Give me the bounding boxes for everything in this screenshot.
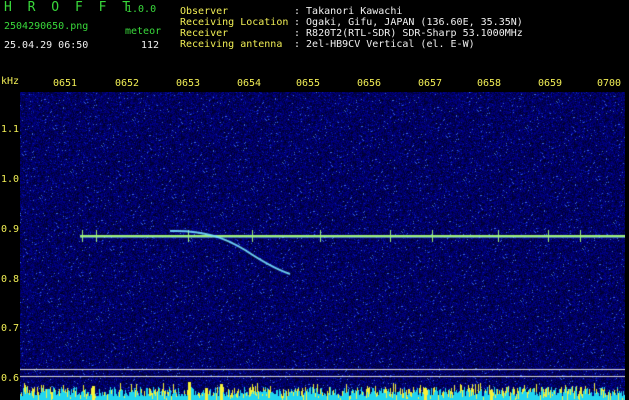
frequency-tick-label: 0.9 xyxy=(1,224,20,235)
frequency-unit-label: kHz xyxy=(1,76,20,87)
meteor-label: meteor xyxy=(125,26,162,37)
time-tick-label: 0658 xyxy=(476,78,502,89)
time-tick-label: 0652 xyxy=(114,78,140,89)
spectrogram-canvas xyxy=(20,92,625,400)
antenna-value: : 2el-HB9CV Vertical (el. E-W) xyxy=(294,39,475,50)
frequency-tick-label: 1.1 xyxy=(1,124,20,135)
frequency-tick-label: 0.6 xyxy=(1,373,20,384)
time-tick-label: 0653 xyxy=(175,78,201,89)
time-tick-label: 0659 xyxy=(537,78,563,89)
meteor-count: 112 xyxy=(141,40,160,51)
antenna-label: Receiving antenna xyxy=(180,39,283,50)
frequency-tick-label: 0.8 xyxy=(1,274,20,285)
frequency-tick-label: 1.0 xyxy=(1,174,20,185)
capture-datetime: 25.04.29 06:50 xyxy=(4,40,89,51)
time-tick-label: 0654 xyxy=(236,78,262,89)
frequency-tick-label: 0.7 xyxy=(1,323,20,334)
header-panel: H R O F F T 1.0.0 2504290650.png meteor … xyxy=(0,0,629,72)
time-axis: 0651 0652 0653 0654 0655 0656 0657 0658 … xyxy=(20,78,625,92)
app-version: 1.0.0 xyxy=(126,4,157,15)
app-title: H R O F F T xyxy=(4,0,135,15)
time-tick-label: 0700 xyxy=(596,78,622,89)
time-tick-label: 0657 xyxy=(417,78,443,89)
time-tick-label: 0655 xyxy=(295,78,321,89)
time-tick-label: 0656 xyxy=(356,78,382,89)
image-filename: 2504290650.png xyxy=(4,21,89,32)
time-tick-label: 0651 xyxy=(52,78,78,89)
